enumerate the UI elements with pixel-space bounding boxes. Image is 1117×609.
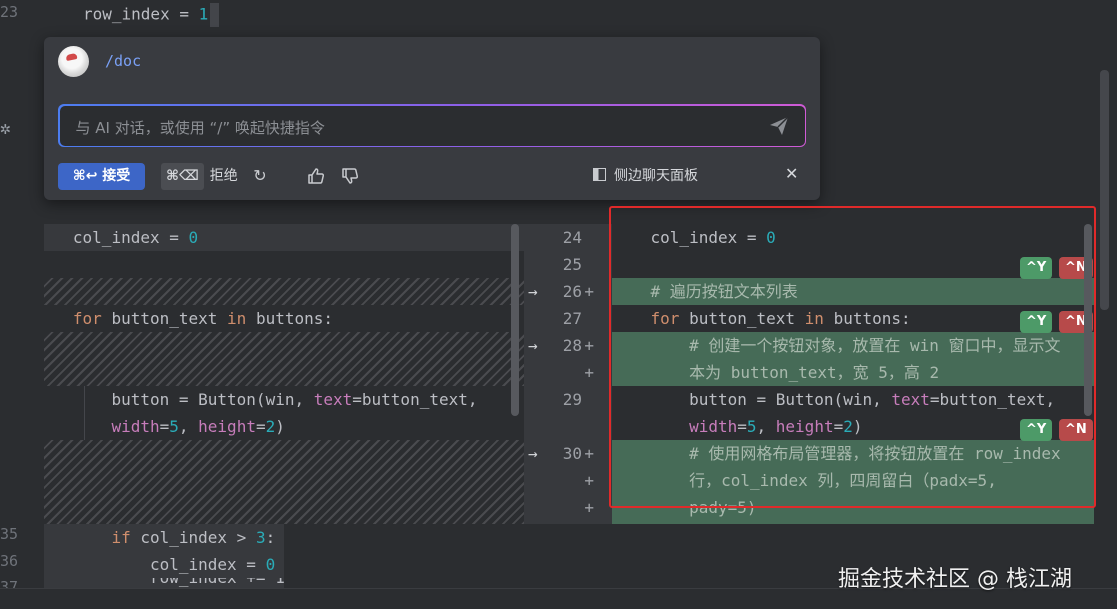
line-number: 23 [0,3,19,21]
reject-label: 拒绝 [209,168,238,184]
diff-gutter-row: → 30 + [524,440,612,467]
line-number: 28 [562,336,582,355]
code-keyword: if [111,528,131,547]
code-operator: = [255,417,266,436]
line-number: 24 [562,228,582,247]
diff-gutter-row: + [524,494,612,521]
side-chat-panel-button[interactable]: 侧边聊天面板 [593,163,698,190]
code-operator: = [236,555,266,574]
added-marker: + [584,282,594,301]
code-text: buttons: [246,309,334,328]
code-keyword: in [227,309,247,328]
highlight-annotation-box [609,206,1096,508]
side-panel-label: 侧边聊天面板 [614,168,698,184]
apply-change-arrow-icon[interactable]: → [528,440,538,467]
apply-change-arrow-icon[interactable]: → [528,332,538,359]
text-cursor [210,3,220,27]
ai-chat-input-field[interactable]: 与 AI 对话，或使用 “/” 唤起快捷指令 [59,105,805,146]
diff-gutter: 24 25 → 26 + 27 → 28 + + 29 → 30 + + + [524,224,612,524]
code-text: , [178,417,199,436]
accept-button[interactable]: ⌘↩ 接受 [58,163,145,190]
code-text: button_text [101,309,228,328]
diff-placeholder-hatch [44,332,524,386]
send-icon[interactable] [767,114,791,138]
code-line-partial: row_index += 1 [44,578,284,588]
ai-sparkle-icon[interactable]: ✲ [0,118,11,139]
side-panel-icon [593,168,606,181]
added-marker: + [584,471,594,490]
thumbs-down-icon[interactable] [339,165,361,187]
watermark: 掘金技术社区 @ 栈江湖 [838,567,1072,592]
editor-vertical-scrollbar[interactable] [1100,70,1109,310]
line-number-gutter: 23 ✲ 35 36 37 [0,0,44,609]
left-pane-scrollbar[interactable] [511,224,519,416]
added-marker: + [584,363,594,382]
line-number: 29 [562,390,582,409]
code-parameter: width [111,417,160,436]
added-marker: + [584,498,594,517]
diff-gutter-row: 27 [524,305,612,332]
diff-placeholder-hatch [44,278,524,305]
editor-code-line[interactable]: row_index = 1 [44,0,1094,28]
diff-gutter-row: 25 [524,251,612,278]
code-variable: col_index [149,555,237,574]
code-number: 1 [198,4,209,24]
diff-gutter-row: + [524,467,612,494]
line-number: 35 [0,525,19,543]
code-text: col_index > [130,528,256,547]
code-line: if col_index > 3: [44,524,284,551]
code-text: =button_text, [352,390,478,409]
code-operator: = [159,228,189,247]
close-icon[interactable]: ✕ [785,164,798,183]
code-line: width=5, height=2) [44,413,524,440]
line-number: 30 [562,444,582,463]
added-marker: + [584,336,594,355]
line-number: 36 [0,552,19,570]
code-text: : [265,528,276,547]
line-number: 27 [562,309,582,328]
line-number: 25 [562,255,582,274]
code-operator: = [159,417,170,436]
code-number: 2 [265,417,276,436]
ai-chat-input[interactable]: 与 AI 对话，或使用 “/” 唤起快捷指令 [58,104,806,147]
code-text: row_index = 1 [83,3,220,27]
code-operator: = [169,4,199,24]
diff-placeholder-hatch [44,440,524,524]
code-line: for button_text in buttons: [44,305,524,332]
diff-gutter-row: + [524,359,612,386]
apply-change-arrow-icon[interactable]: → [528,278,538,305]
added-marker: + [584,444,594,463]
code-line: button = Button(win, text=button_text, [44,386,524,413]
avatar [58,46,89,77]
input-placeholder: 与 AI 对话，或使用 “/” 唤起快捷指令 [75,118,325,137]
code-number: 3 [255,528,266,547]
diff-gutter-row [524,413,612,440]
code-text: ) [275,417,285,436]
code-line: col_index = 0 [44,224,524,251]
code-variable: row_index [83,4,170,24]
code-number: 0 [265,555,276,574]
code-text: row_index += 1 [150,578,284,587]
code-parameter: text [313,390,353,409]
ai-inline-chat-popup: /doc 与 AI 对话，或使用 “/” 唤起快捷指令 ⌘↩ 接受 ⌘⌫ 拒绝 ↻… [44,37,820,200]
reject-button[interactable]: ⌘⌫ 拒绝 [161,163,238,190]
code-keyword: for [72,309,102,328]
code-line: col_index = 0 [44,551,284,578]
code-variable: col_index [72,228,160,247]
code-number: 5 [169,417,179,436]
slash-command: /doc [105,52,142,70]
reject-shortcut: ⌘⌫ [161,163,204,190]
thumbs-up-icon[interactable] [305,165,327,187]
diff-left-pane[interactable]: col_index = 0 for button_text in buttons… [44,224,524,524]
code-text: button = Button(win, [111,390,314,409]
line-number: 26 [562,282,582,301]
diff-gutter-row: 24 [524,224,612,251]
diff-gutter-row: 29 [524,386,612,413]
code-parameter: height [198,417,256,436]
diff-gutter-row: → 28 + [524,332,612,359]
diff-gutter-row: → 26 + [524,278,612,305]
refresh-icon[interactable]: ↻ [249,165,271,187]
code-number: 0 [188,228,199,247]
